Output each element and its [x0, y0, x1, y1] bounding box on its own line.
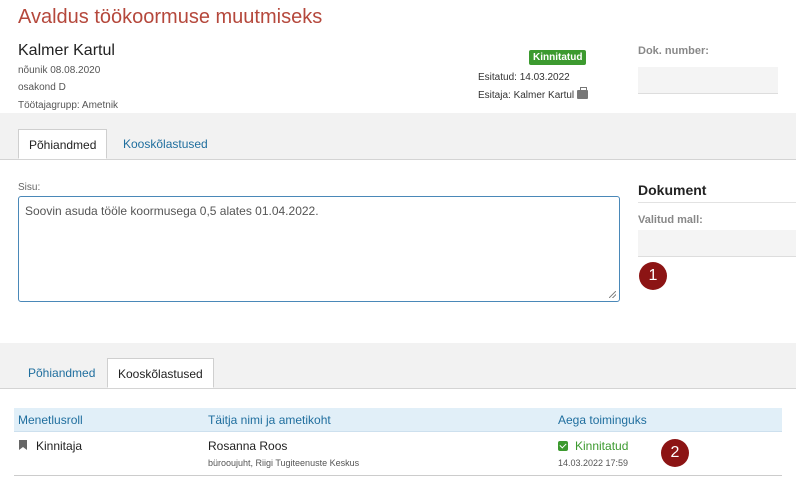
- status-badge: Kinnitatud: [529, 50, 587, 65]
- tab-kooskolastused-bottom[interactable]: Kooskõlastused: [107, 358, 214, 388]
- document-divider: [638, 202, 796, 203]
- person-position: nõunik 08.08.2020: [18, 65, 101, 76]
- marker-1: 1: [639, 262, 667, 290]
- table-header: Menetlusroll Täitja nimi ja ametikoht Ae…: [14, 408, 782, 432]
- submitted-date: Esitatud: 14.03.2022: [478, 72, 570, 83]
- header-time: Aega toiminguks: [558, 413, 647, 427]
- content-label: Sisu:: [18, 182, 41, 193]
- marker-2: 2: [661, 439, 689, 467]
- row-job-title: bürooujuht, Riigi Tugiteenuste Keskus: [208, 458, 360, 468]
- tabbar-top: Põhiandmed Kooskõlastused: [0, 113, 796, 160]
- page-title: Avaldus töökoormuse muutmiseks: [18, 6, 323, 28]
- tab-pohiandmed-top[interactable]: Põhiandmed: [18, 129, 108, 159]
- briefcase-icon[interactable]: [577, 87, 589, 99]
- person-group: Töötajagrupp: Ametnik: [18, 100, 119, 111]
- tab-kooskolastused-top[interactable]: Kooskõlastused: [113, 129, 218, 159]
- person-department: osakond D: [18, 82, 66, 93]
- row-date: 14.03.2022 17:59: [558, 458, 629, 468]
- bookmark-icon: [19, 440, 27, 450]
- template-label: Valitud mall:: [638, 214, 703, 226]
- document-title: Dokument: [638, 182, 707, 198]
- row-role: Kinnitaja: [36, 439, 83, 453]
- submitter-name: Esitaja: Kalmer Kartul: [478, 90, 575, 101]
- content-text: Soovin asuda tööle koormusega 0,5 alates…: [25, 204, 319, 218]
- resize-grip-icon[interactable]: [609, 291, 616, 298]
- person-name: Kalmer Kartul: [18, 42, 115, 59]
- row-name: Rosanna Roos: [208, 439, 288, 453]
- template-field[interactable]: [638, 230, 796, 257]
- check-icon: [558, 441, 568, 451]
- row-status: Kinnitatud: [575, 439, 629, 453]
- submitter-row: Esitaja: Kalmer Kartul: [478, 87, 589, 101]
- tab-pohiandmed-bottom[interactable]: Põhiandmed: [18, 358, 105, 388]
- content-textarea[interactable]: Soovin asuda tööle koormusega 0,5 alates…: [18, 196, 620, 302]
- doc-number-label: Dok. number:: [638, 45, 709, 57]
- header-role: Menetlusroll: [18, 413, 83, 427]
- tabbar-bottom: Põhiandmed Kooskõlastused: [0, 343, 796, 389]
- header-executor: Täitja nimi ja ametikoht: [208, 413, 331, 427]
- doc-number-field[interactable]: [638, 67, 778, 94]
